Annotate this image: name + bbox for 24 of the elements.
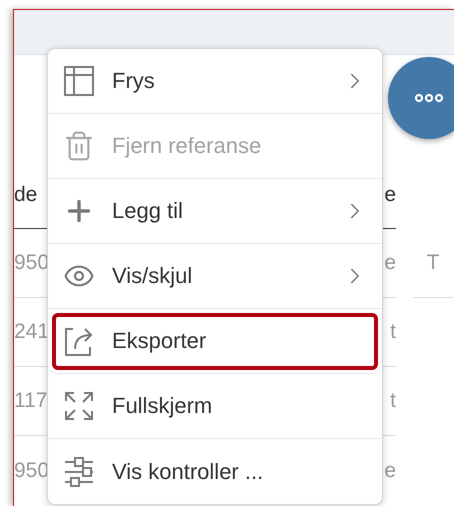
- menu-item[interactable]: Legg til: [48, 179, 382, 244]
- table-cell: t: [390, 320, 396, 344]
- table-cell: e: [384, 458, 396, 482]
- column-header: de: [14, 182, 38, 206]
- table-cell: e: [384, 251, 396, 275]
- menu-item[interactable]: Vis kontroller ...: [48, 439, 382, 504]
- menu-item[interactable]: Fullskjerm: [48, 374, 382, 439]
- menu-item[interactable]: Frys: [48, 49, 382, 114]
- menu-item[interactable]: Eksporter: [48, 309, 382, 374]
- table-cell: t: [390, 389, 396, 413]
- menu-item[interactable]: Vis/skjul: [48, 244, 382, 309]
- export-icon: [63, 325, 95, 357]
- table-cell: 117: [14, 389, 48, 413]
- column-header: e: [384, 182, 396, 206]
- more-icon: [414, 93, 444, 103]
- table-cell: 950: [14, 251, 50, 275]
- expand-icon: [63, 390, 95, 422]
- table-cell: T: [426, 251, 440, 275]
- more-button[interactable]: [388, 57, 454, 139]
- trash-icon: [63, 130, 95, 162]
- sliders-icon: [63, 456, 95, 488]
- table-icon: [63, 65, 95, 97]
- table-cell: 950: [14, 458, 50, 482]
- table-cell: 241: [14, 320, 50, 344]
